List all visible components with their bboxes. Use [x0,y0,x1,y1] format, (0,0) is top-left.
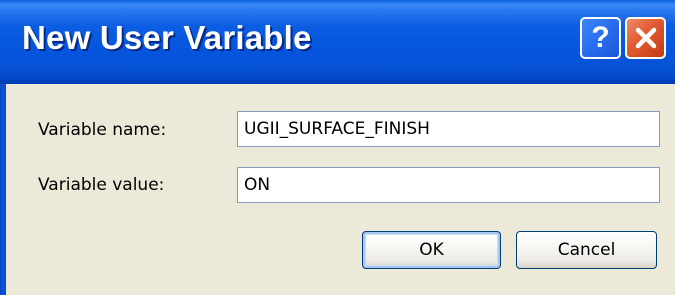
question-mark-icon: ? [591,21,610,54]
window-frame-left [0,84,6,295]
variable-value-label: Variable value: [38,175,165,195]
ok-button[interactable]: OK [362,231,501,269]
title-bar[interactable]: New User Variable ? [0,0,675,84]
variable-name-input[interactable] [237,111,660,147]
help-button[interactable]: ? [580,17,621,59]
close-button[interactable] [625,17,666,59]
cancel-button[interactable]: Cancel [516,231,657,269]
close-icon [635,27,656,49]
variable-name-label: Variable name: [38,120,167,140]
new-user-variable-dialog: New User Variable ? Variable name: Varia… [0,0,675,295]
variable-value-input[interactable] [237,167,660,203]
dialog-title: New User Variable [22,19,312,56]
